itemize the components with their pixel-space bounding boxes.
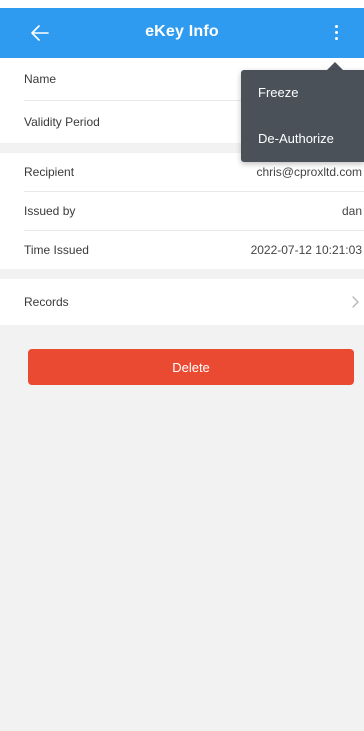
- name-label: Name: [24, 72, 57, 86]
- app-header: eKey Info: [0, 8, 364, 58]
- recipient-label: Recipient: [24, 165, 75, 179]
- ekey-info-screen: eKey Info Name Validity Period Recipient…: [0, 0, 364, 731]
- records-section: Records: [0, 279, 364, 325]
- recipient-value: chris@cproxltd.com: [256, 165, 362, 179]
- records-row[interactable]: Records: [0, 279, 364, 325]
- menu-item-freeze[interactable]: Freeze: [241, 70, 364, 116]
- chevron-right-icon: [352, 296, 359, 308]
- time-issued-label: Time Issued: [24, 243, 89, 257]
- time-issued-row: Time Issued 2022-07-12 10:21:03: [0, 231, 364, 269]
- more-options-button[interactable]: [330, 22, 342, 46]
- menu-pointer: [327, 62, 343, 70]
- time-issued-value: 2022-07-12 10:21:03: [250, 243, 362, 257]
- page-title: eKey Info: [145, 23, 219, 40]
- delete-button[interactable]: Delete: [28, 349, 354, 385]
- more-vertical-icon: [334, 25, 338, 28]
- validity-period-label: Validity Period: [24, 115, 100, 129]
- issued-by-row: Issued by dan: [0, 192, 364, 230]
- details-section: Recipient chris@cproxltd.com Issued by d…: [0, 153, 364, 269]
- more-options-menu: Freeze De-Authorize: [241, 70, 364, 162]
- menu-item-de-authorize[interactable]: De-Authorize: [241, 116, 364, 162]
- issued-by-value: dan: [341, 204, 362, 218]
- section-gap: [0, 269, 364, 279]
- issued-by-label: Issued by: [24, 204, 76, 218]
- status-bar-area: [0, 0, 364, 8]
- delete-area: Delete: [0, 325, 364, 385]
- records-label: Records: [24, 295, 69, 309]
